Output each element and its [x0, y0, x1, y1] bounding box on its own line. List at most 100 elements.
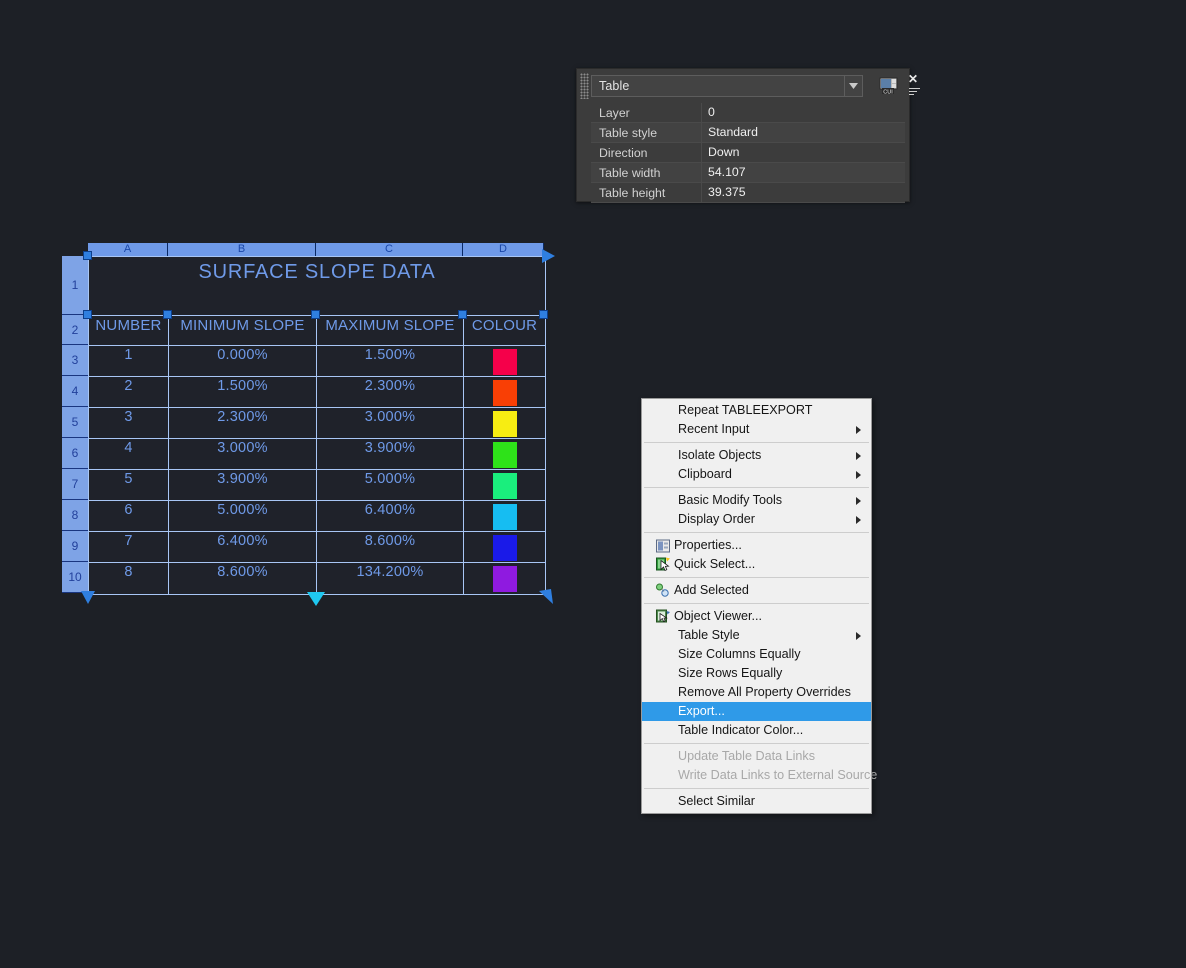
table-title-cell[interactable]: SURFACE SLOPE DATA [89, 257, 545, 315]
table-cell-max[interactable]: 5.000% [317, 470, 464, 500]
table-grid[interactable]: SURFACE SLOPE DATA NUMBER MINIMUM SLOPE MAX… [88, 256, 546, 595]
menu-item[interactable]: Basic Modify Tools [642, 491, 871, 510]
property-value[interactable]: Standard [701, 123, 905, 142]
table-cell-colour[interactable] [464, 346, 545, 376]
grip-break-table-arrow[interactable] [307, 592, 325, 606]
table-cell-max[interactable]: 6.400% [317, 501, 464, 531]
table-title-row[interactable]: SURFACE SLOPE DATA [89, 257, 545, 316]
menu-item[interactable]: Size Rows Equally [642, 664, 871, 683]
menu-item[interactable]: Quick Select... [642, 555, 871, 574]
table-cell-number[interactable]: 1 [89, 346, 169, 376]
table-cell-colour[interactable] [464, 563, 545, 594]
palette-menu-icon[interactable] [909, 88, 920, 97]
table-column-headers[interactable]: ABCD [88, 243, 546, 256]
table-column-header[interactable]: D [463, 243, 544, 256]
table-header-row[interactable]: NUMBER MINIMUM SLOPE MAXIMUM SLOPE COLOUR [89, 316, 545, 346]
property-value[interactable]: 39.375 [701, 183, 905, 202]
table-row[interactable]: 2 1.500% 2.300% [89, 377, 545, 408]
table-cell-max[interactable]: 3.900% [317, 439, 464, 469]
table-row-header[interactable]: 1 [62, 256, 88, 315]
drawing-canvas[interactable]: Table CUI ✕ Layer 0 Table style Standard… [0, 0, 1186, 968]
table-cell-max[interactable]: 3.000% [317, 408, 464, 438]
table-row-header[interactable]: 6 [62, 438, 88, 469]
table-column-header[interactable]: A [88, 243, 168, 256]
table-cell-colour[interactable] [464, 439, 545, 469]
table-cell-colour[interactable] [464, 377, 545, 407]
property-value[interactable]: Down [701, 143, 905, 162]
table-cell-max[interactable]: 8.600% [317, 532, 464, 562]
grip-move-table[interactable] [83, 251, 92, 260]
grip-column-boundary[interactable] [539, 310, 548, 319]
table-column-header[interactable]: B [168, 243, 316, 256]
menu-item[interactable]: Export... [642, 702, 871, 721]
menu-item[interactable]: Remove All Property Overrides [642, 683, 871, 702]
table-row-header[interactable]: 5 [62, 407, 88, 438]
table-cell-min[interactable]: 3.000% [169, 439, 317, 469]
menu-item[interactable]: Clipboard [642, 465, 871, 484]
grip-column-boundary[interactable] [163, 310, 172, 319]
menu-item[interactable]: Isolate Objects [642, 446, 871, 465]
properties-palette[interactable]: Table CUI ✕ Layer 0 Table style Standard… [576, 68, 920, 203]
property-row[interactable]: Layer 0 [591, 103, 905, 123]
table-cell-colour[interactable] [464, 501, 545, 531]
table-cell-min[interactable]: 2.300% [169, 408, 317, 438]
table-header-cell[interactable]: NUMBER [89, 316, 169, 345]
property-row[interactable]: Table width 54.107 [591, 163, 905, 183]
table-row[interactable]: 8 8.600% 134.200% [89, 563, 545, 594]
cui-toggle-icon[interactable]: CUI [877, 75, 899, 96]
table-header-cell[interactable]: MAXIMUM SLOPE [317, 316, 464, 345]
close-icon[interactable]: ✕ [908, 73, 918, 85]
table-row-header[interactable]: 10 [62, 562, 88, 593]
table-row[interactable]: 7 6.400% 8.600% [89, 532, 545, 563]
table-row-header[interactable]: 9 [62, 531, 88, 562]
grip-table-height-arrow[interactable] [81, 591, 95, 604]
property-value[interactable]: 0 [701, 103, 905, 122]
property-row[interactable]: Table style Standard [591, 123, 905, 143]
menu-item[interactable]: Object Viewer... [642, 607, 871, 626]
table-cell-colour[interactable] [464, 470, 545, 500]
table-cell-number[interactable]: 5 [89, 470, 169, 500]
grip-column-boundary[interactable] [311, 310, 320, 319]
table-cell-max[interactable]: 1.500% [317, 346, 464, 376]
menu-item[interactable]: Recent Input [642, 420, 871, 439]
menu-item[interactable]: Display Order [642, 510, 871, 529]
grip-column-boundary[interactable] [458, 310, 467, 319]
table-row[interactable]: 6 5.000% 6.400% [89, 501, 545, 532]
palette-controls[interactable]: ✕ [907, 73, 923, 103]
grip-table-width-arrow[interactable] [542, 249, 555, 263]
table-cell-max[interactable]: 2.300% [317, 377, 464, 407]
table-cell-number[interactable]: 4 [89, 439, 169, 469]
table-cell-number[interactable]: 2 [89, 377, 169, 407]
table-cell-number[interactable]: 8 [89, 563, 169, 594]
table-row[interactable]: 5 3.900% 5.000% [89, 470, 545, 501]
table-cell-number[interactable]: 6 [89, 501, 169, 531]
table-row[interactable]: 1 0.000% 1.500% [89, 346, 545, 377]
table-cell-colour[interactable] [464, 532, 545, 562]
menu-item[interactable]: Add Selected [642, 581, 871, 600]
table-header-cell[interactable]: MINIMUM SLOPE [169, 316, 317, 345]
table-cell-number[interactable]: 3 [89, 408, 169, 438]
table-row-header[interactable]: 7 [62, 469, 88, 500]
table-cell-min[interactable]: 8.600% [169, 563, 317, 594]
table-cell-min[interactable]: 0.000% [169, 346, 317, 376]
property-value[interactable]: 54.107 [701, 163, 905, 182]
context-menu[interactable]: Repeat TABLEEXPORT Recent Input Isolate Ob… [641, 398, 877, 814]
table-column-header[interactable]: C [316, 243, 463, 256]
menu-item[interactable]: Repeat TABLEEXPORT [642, 401, 871, 420]
menu-item[interactable]: Table Indicator Color... [642, 721, 871, 740]
table-cell-min[interactable]: 5.000% [169, 501, 317, 531]
table-cell-min[interactable]: 3.900% [169, 470, 317, 500]
table-cell-colour[interactable] [464, 408, 545, 438]
menu-item[interactable]: Size Columns Equally [642, 645, 871, 664]
grip-uniform-scale-arrow[interactable] [538, 588, 556, 606]
table-row-header[interactable]: 2 [62, 315, 88, 345]
table-row[interactable]: 3 2.300% 3.000% [89, 408, 545, 439]
menu-item[interactable]: Select Similar [642, 792, 871, 811]
table-row-header[interactable]: 4 [62, 376, 88, 407]
object-type-combobox[interactable]: Table [591, 75, 863, 97]
table-header-cell[interactable]: COLOUR [464, 316, 545, 345]
table-row-headers[interactable]: 1 2 3 4 5 6 7 8 9 10 [62, 256, 88, 593]
dotted-gripper-icon[interactable] [580, 73, 589, 99]
chevron-down-icon[interactable] [844, 76, 862, 96]
table-cell-min[interactable]: 1.500% [169, 377, 317, 407]
